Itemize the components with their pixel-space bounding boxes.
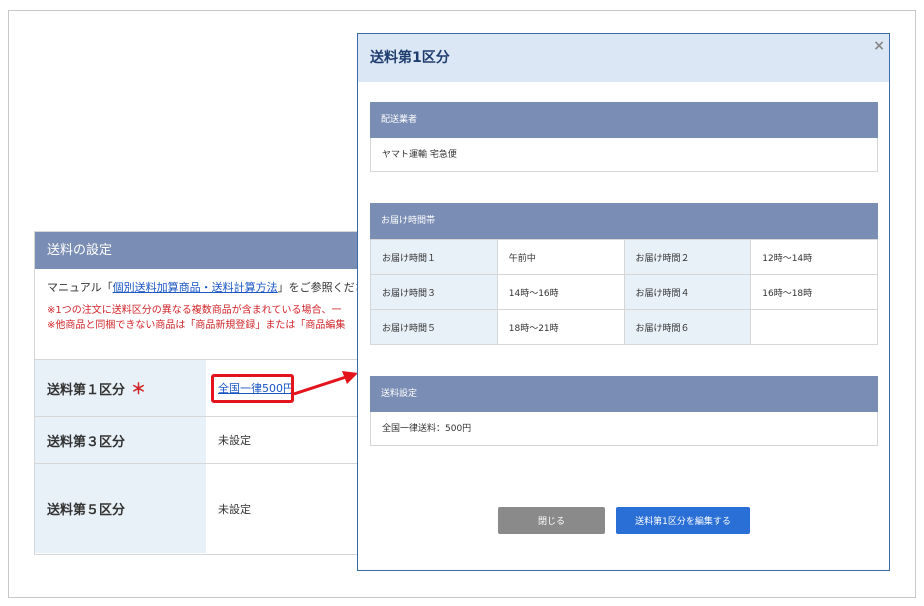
time-slot-label: お届け時間５ [370,309,498,345]
close-button[interactable]: 閉じる [498,507,605,534]
table-row: お届け時間１ 午前中 お届け時間２ 12時〜14時 [370,239,878,275]
carrier-section: 配送業者 ヤマト運輸 宅急便 [370,102,878,172]
time-slot-label: お届け時間１ [370,239,498,275]
shipping-setting-heading: 送料設定 [370,376,878,412]
manual-reference: マニュアル「個別送料加算商品・送料計算方法」をご参照くださ [47,281,364,294]
shipping-row-value: 未設定 [206,464,363,553]
shipping-setting-value: 全国一律送料：500円 [370,412,878,446]
time-slot-label: お届け時間６ [623,309,752,345]
modal-title: 送料第1区分 [370,50,450,66]
time-slot-value: 12時〜14時 [750,239,878,275]
warning-note-1: ※1つの注文に送料区分の異なる複数商品が含まれている場合、一 [47,305,342,316]
settings-notes: マニュアル「個別送料加算商品・送料計算方法」をご参照くださ ※1つの注文に送料区… [35,269,363,360]
modal-header: 送料第1区分 × [358,34,889,82]
required-mark: ＊ [131,379,147,398]
time-slot-value: 18時〜21時 [496,309,625,345]
manual-link[interactable]: 個別送料加算商品・送料計算方法 [113,281,278,294]
shipping-class-modal: 送料第1区分 × 配送業者 ヤマト運輸 宅急便 お届け時間帯 お届け時間１ 午前… [357,33,890,571]
shipping-row-label: 送料第１区分＊ [35,360,206,416]
warning-note-2: ※他商品と同梱できない商品は「商品新規登録」または「商品編集 [47,320,346,331]
highlight-box [211,374,294,403]
carrier-value: ヤマト運輸 宅急便 [370,138,878,172]
table-row: お届け時間３ 14時〜16時 お届け時間４ 16時〜18時 [370,274,878,310]
callout-arrow-icon [294,371,358,396]
delivery-time-table: お届け時間１ 午前中 お届け時間２ 12時〜14時 お届け時間３ 14時〜16時… [370,239,878,345]
delivery-time-section: お届け時間帯 お届け時間１ 午前中 お届け時間２ 12時〜14時 お届け時間３ … [370,203,878,345]
time-slot-label: お届け時間３ [370,274,498,310]
shipping-row-label: 送料第３区分 [35,417,206,463]
close-icon[interactable]: × [873,38,885,54]
table-row: お届け時間５ 18時〜21時 お届け時間６ [370,309,878,345]
time-slot-label: お届け時間４ [623,274,752,310]
time-slot-label: お届け時間２ [623,239,752,275]
shipping-row-label: 送料第５区分 [35,464,206,553]
shipping-row-5: 送料第５区分 未設定 [35,464,363,553]
shipping-row-value: 未設定 [206,417,363,463]
time-slot-value: 14時〜16時 [496,274,625,310]
time-slot-value: 午前中 [496,239,625,275]
time-slot-value [750,309,878,345]
edit-shipping-class-button[interactable]: 送料第1区分を編集する [616,507,750,534]
settings-header: 送料の設定 [35,232,363,269]
time-slot-value: 16時〜18時 [750,274,878,310]
shipping-setting-section: 送料設定 全国一律送料：500円 [370,376,878,446]
carrier-heading: 配送業者 [370,102,878,138]
delivery-time-heading: お届け時間帯 [370,203,878,239]
shipping-row-3: 送料第３区分 未設定 [35,417,363,464]
